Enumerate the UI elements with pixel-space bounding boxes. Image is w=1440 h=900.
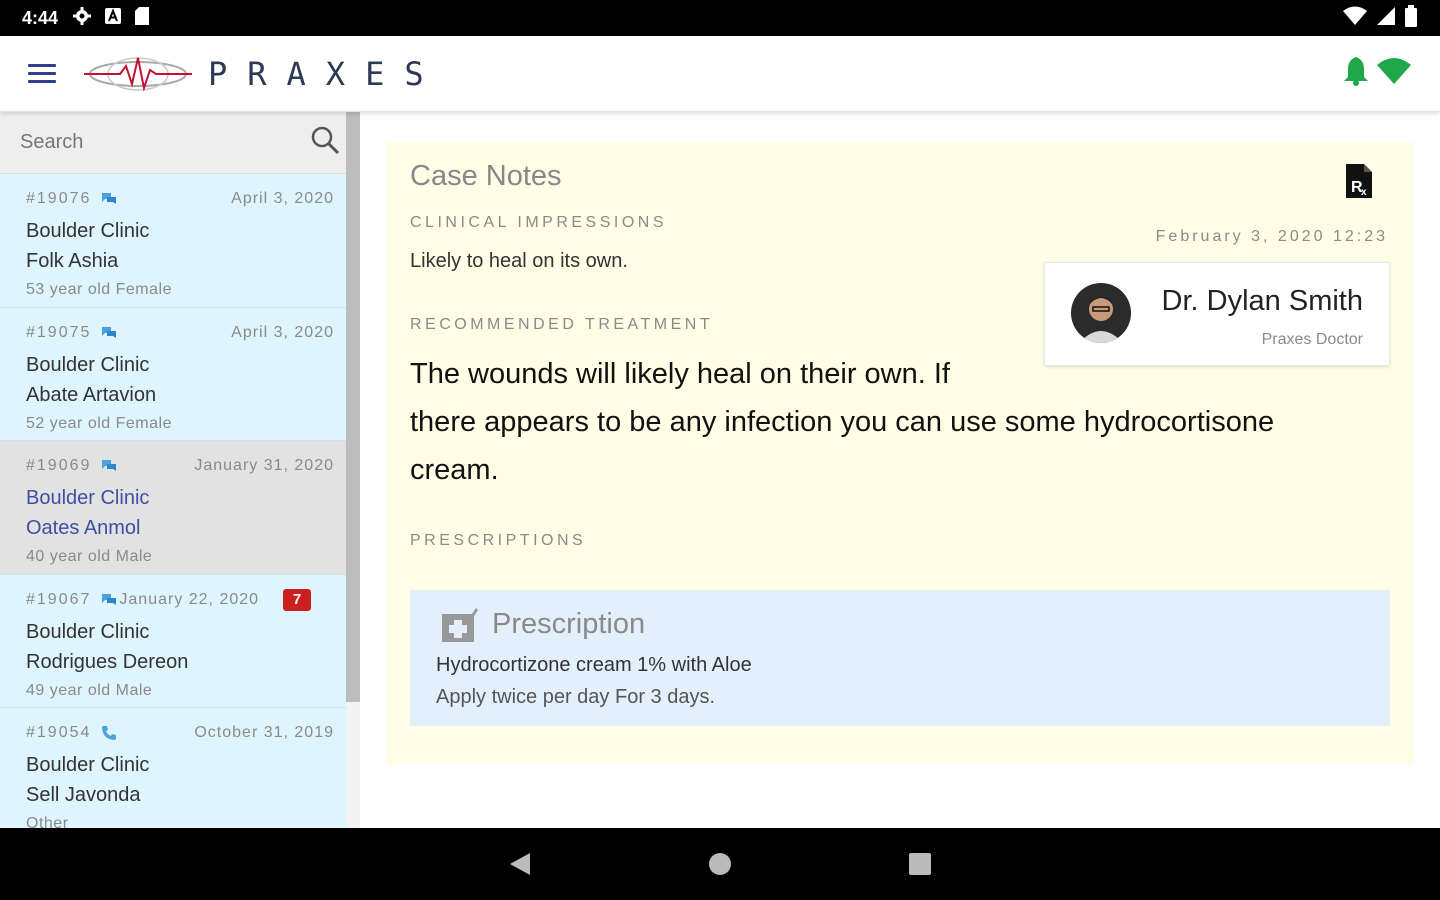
case-patient-meta: 40 year old Male bbox=[26, 548, 153, 565]
sd-card-icon bbox=[134, 6, 150, 31]
case-clinic: Boulder Clinic bbox=[26, 220, 150, 242]
search-bar[interactable]: Search bbox=[0, 112, 360, 174]
case-notes-title: Case Notes bbox=[410, 160, 562, 192]
wifi-icon bbox=[1342, 6, 1368, 31]
doctor-role: Praxes Doctor bbox=[1261, 331, 1363, 348]
case-date: January 31, 2020 bbox=[194, 457, 334, 474]
home-icon[interactable] bbox=[700, 844, 740, 884]
clinical-impressions-label: CLINICAL IMPRESSIONS bbox=[410, 214, 668, 231]
svg-text:x: x bbox=[1361, 187, 1367, 198]
clinical-impressions-text: Likely to heal on its own. bbox=[410, 250, 628, 272]
prescription-card[interactable]: Prescription Hydrocortizone cream 1% wit… bbox=[410, 590, 1390, 726]
case-date: October 31, 2019 bbox=[194, 724, 334, 741]
status-bar: 4:44 bbox=[0, 0, 1440, 36]
search-input[interactable]: Search bbox=[20, 131, 310, 154]
sidebar-scrollbar[interactable] bbox=[346, 112, 360, 828]
case-date: April 3, 2020 bbox=[231, 323, 334, 341]
case-clinic: Boulder Clinic bbox=[26, 620, 150, 643]
recents-icon[interactable] bbox=[900, 844, 940, 884]
case-patient: Sell Javonda bbox=[26, 784, 141, 806]
case-clinic: Boulder Clinic bbox=[26, 353, 150, 376]
doctor-name: Dr. Dylan Smith bbox=[1161, 285, 1363, 317]
chat-icon bbox=[101, 593, 117, 607]
case-patient-meta: 53 year old Female bbox=[26, 281, 172, 298]
case-id: #19075 bbox=[26, 323, 92, 341]
hamburger-menu-icon[interactable] bbox=[28, 59, 58, 89]
prescription-title: Prescription bbox=[492, 608, 646, 640]
case-list: #19076 April 3, 2020 Boulder Clinic Folk… bbox=[0, 174, 346, 828]
case-id: #19054 bbox=[26, 724, 92, 741]
prescriptions-label: PRESCRIPTIONS bbox=[410, 532, 587, 549]
system-nav-bar bbox=[0, 828, 1440, 900]
battery-icon bbox=[1404, 4, 1418, 32]
ecg-logo-icon bbox=[84, 56, 192, 92]
back-icon[interactable] bbox=[500, 844, 540, 884]
chat-icon bbox=[101, 192, 117, 206]
brand-name: PRAXES bbox=[208, 54, 444, 93]
gear-icon bbox=[72, 6, 92, 31]
case-patient: Oates Anmol bbox=[26, 517, 141, 539]
case-detail-pane: Case Notes Rx CLINICAL IMPRESSIONS Likel… bbox=[360, 112, 1440, 828]
chat-icon bbox=[101, 326, 117, 340]
case-notes-card: Case Notes Rx CLINICAL IMPRESSIONS Likel… bbox=[386, 142, 1414, 764]
case-date: January 22, 2020 bbox=[119, 590, 260, 608]
case-list-item[interactable]: #19054 October 31, 2019 Boulder Clinic S… bbox=[0, 708, 346, 828]
notes-timestamp: February 3, 2020 12:23 bbox=[1155, 228, 1388, 245]
case-clinic: Boulder Clinic bbox=[26, 754, 150, 776]
prescription-document-icon[interactable]: Rx bbox=[1344, 162, 1374, 205]
praxes-logo: PRAXES bbox=[84, 54, 444, 94]
case-list-item[interactable]: #19067 January 22, 2020 7 Boulder Clinic… bbox=[0, 574, 346, 708]
chat-icon bbox=[101, 459, 117, 473]
case-patient-meta: Other bbox=[26, 815, 69, 828]
search-icon[interactable] bbox=[310, 125, 340, 160]
phone-icon bbox=[101, 725, 117, 741]
prescription-directions: Apply twice per day For 3 days. bbox=[436, 686, 716, 708]
case-patient-meta: 49 year old Male bbox=[26, 681, 153, 699]
case-list-item[interactable]: #19076 April 3, 2020 Boulder Clinic Folk… bbox=[0, 174, 346, 308]
case-sidebar: Search #19076 April 3, 2020 Boulder Clin… bbox=[0, 112, 360, 828]
case-patient: Rodrigues Dereon bbox=[26, 650, 189, 673]
case-clinic: Boulder Clinic bbox=[26, 487, 150, 509]
case-id: #19076 bbox=[26, 190, 92, 207]
app-bar: PRAXES bbox=[0, 36, 1440, 112]
a-icon bbox=[104, 7, 122, 30]
case-list-item-selected[interactable]: #19069 January 31, 2020 Boulder Clinic O… bbox=[0, 441, 346, 575]
medical-kit-icon bbox=[438, 604, 480, 649]
case-id: #19069 bbox=[26, 457, 92, 474]
avatar bbox=[1071, 283, 1131, 343]
case-list-item[interactable]: #19075 April 3, 2020 Boulder Clinic Abat… bbox=[0, 307, 346, 441]
case-id: #19067 bbox=[26, 590, 92, 608]
treatment-line: there appears to be any infection you ca… bbox=[410, 406, 1275, 438]
case-patient-meta: 52 year old Female bbox=[26, 414, 172, 432]
unread-count-badge: 7 bbox=[283, 588, 312, 611]
treatment-line: cream. bbox=[410, 454, 499, 486]
recommended-treatment-label: RECOMMENDED TREATMENT bbox=[410, 316, 714, 333]
status-time: 4:44 bbox=[22, 7, 59, 28]
treatment-line: The wounds will likely heal on their own… bbox=[410, 358, 950, 390]
case-patient: Folk Ashia bbox=[26, 250, 119, 272]
signal-icon bbox=[1376, 6, 1396, 31]
wifi-status-icon[interactable] bbox=[1376, 57, 1412, 90]
bell-icon[interactable] bbox=[1342, 55, 1370, 92]
scrollbar-thumb[interactable] bbox=[346, 112, 360, 702]
recommended-treatment-text: The wounds will likely heal on their own… bbox=[410, 350, 1370, 494]
case-date: April 3, 2020 bbox=[231, 190, 334, 207]
prescription-medication: Hydrocortizone cream 1% with Aloe bbox=[436, 654, 752, 676]
case-patient: Abate Artavion bbox=[26, 383, 157, 406]
